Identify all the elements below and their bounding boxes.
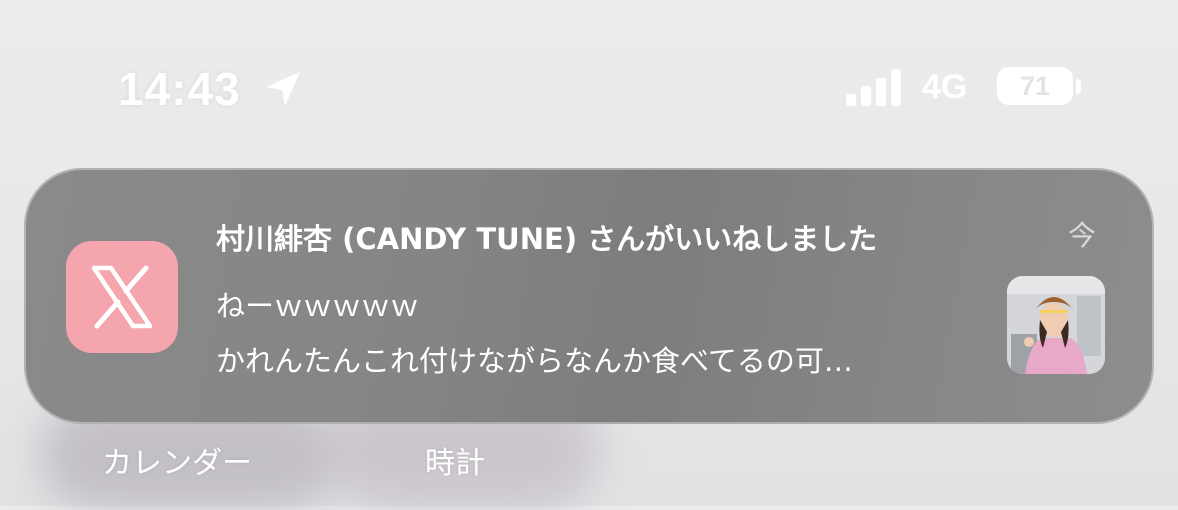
battery-tip <box>1076 79 1081 94</box>
notification-body-line: かれんたんこれ付けながらなんか食べてるの可… <box>216 344 853 378</box>
status-bar: 14:43 4G 71 <box>0 0 1178 150</box>
network-type: 4G <box>922 68 968 106</box>
location-arrow-icon <box>266 72 300 106</box>
calendar-app-label[interactable]: カレンダー <box>102 438 252 482</box>
notification-time: 今 <box>1068 219 1097 252</box>
notification-body-line: ねーｗｗｗｗｗ <box>216 289 420 323</box>
cellular-signal-icon <box>846 69 901 106</box>
notification-title: 村川緋杏 (CANDY TUNE) さんがいいねしました <box>216 222 878 256</box>
x-logo-icon <box>91 265 153 329</box>
status-time: 14:43 <box>118 63 241 115</box>
battery-icon: 71 <box>997 67 1073 105</box>
photo-thumbnail-image <box>1007 276 1105 374</box>
photo-thumbnail <box>1007 276 1105 374</box>
x-app-icon <box>66 241 178 353</box>
notification-banner[interactable]: 村川緋杏 (CANDY TUNE) さんがいいねしました 今 ねーｗｗｗｗｗ か… <box>24 168 1154 424</box>
battery-level: 71 <box>1019 71 1051 101</box>
clock-app-label[interactable]: 時計 <box>425 438 485 482</box>
